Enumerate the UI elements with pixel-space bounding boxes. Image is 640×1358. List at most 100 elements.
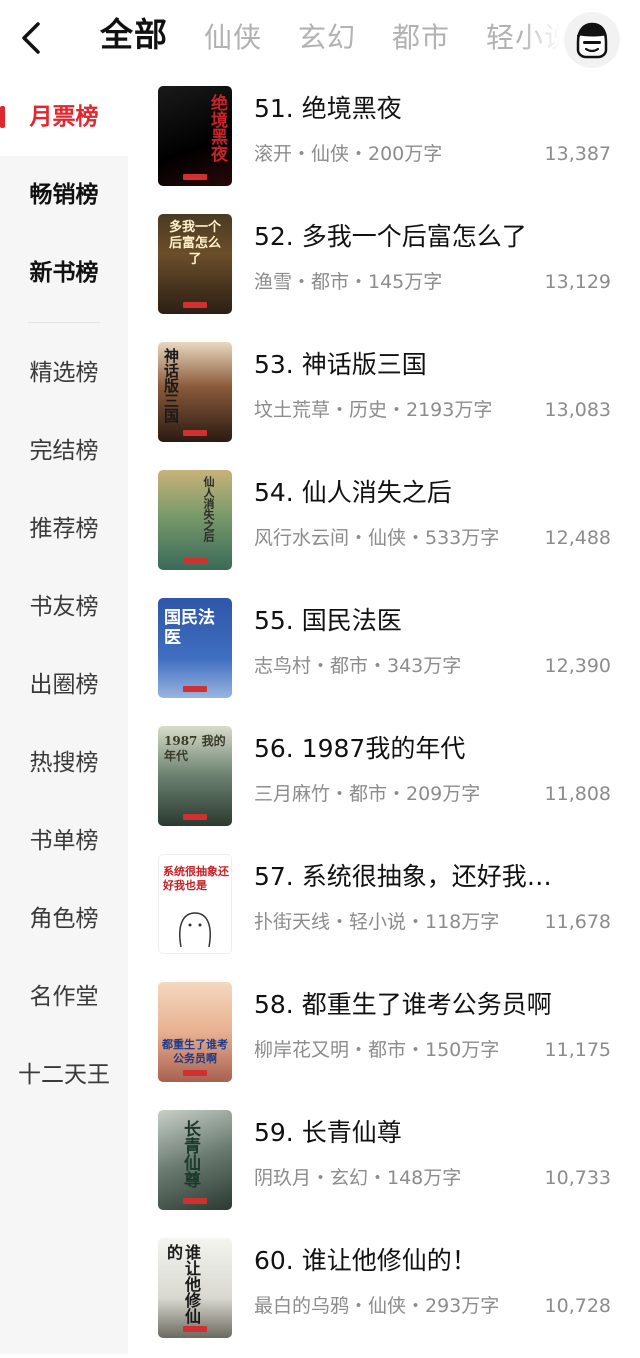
sidebar-item-label: 精选榜 [29, 360, 99, 386]
sidebar-item-reader-friends[interactable]: 书友榜 [0, 568, 128, 646]
vote-count: 11,808 [544, 783, 611, 805]
cover-title: 谁让他修仙的 [164, 1244, 201, 1324]
doodle-face-icon [179, 912, 211, 948]
book-meta: 渔雪・都市・145万字 [254, 271, 443, 293]
book-title: 56. 1987我的年代 [254, 734, 466, 763]
book-cover[interactable]: 都重生了谁考公务员啊 [158, 982, 232, 1082]
cover-title: 绝境黑夜 [207, 94, 227, 162]
sidebar-item-bestseller[interactable]: 畅销榜 [0, 156, 128, 234]
sidebar-item-label: 完结榜 [29, 438, 99, 464]
vote-count: 12,488 [544, 527, 611, 549]
list-item[interactable]: 国民法医 55. 国民法医 志鸟村・都市・343万字 12,390 [128, 590, 640, 718]
vote-count: 13,387 [544, 143, 611, 165]
publisher-badge [183, 430, 207, 436]
tab-dushi[interactable]: 都市 [392, 18, 450, 58]
book-meta: 扑街天线・轻小说・118万字 [254, 911, 500, 933]
sidebar-item-label: 角色榜 [29, 906, 99, 932]
book-meta: 柳岸花又明・都市・150万字 [254, 1039, 500, 1061]
sidebar-item-recommended[interactable]: 推荐榜 [0, 490, 128, 568]
sidebar-item-label: 名作堂 [29, 984, 99, 1010]
tab-label: 都市 [392, 21, 451, 54]
vote-count: 10,728 [544, 1295, 611, 1317]
book-title: 55. 国民法医 [254, 606, 402, 635]
top-bar: 全部仙侠玄幻都市轻小说 [0, 0, 640, 78]
cover-title: 都重生了谁考公务员啊 [162, 1038, 228, 1065]
book-cover[interactable]: 仙人消失之后 [158, 470, 232, 570]
list-item[interactable]: 绝境黑夜 51. 绝境黑夜 滚开・仙侠・200万字 13,387 [128, 78, 640, 206]
sidebar-item-label: 热搜榜 [29, 750, 99, 776]
list-item[interactable]: 1987 我的年代 56. 1987我的年代 三月麻竹・都市・209万字 11,… [128, 718, 640, 846]
tab-label: 仙侠 [204, 21, 263, 54]
sidebar-item-monthly-ticket[interactable]: 月票榜 [0, 78, 128, 156]
book-cover[interactable]: 谁让他修仙的 [158, 1238, 232, 1338]
book-meta: 三月麻竹・都市・209万字 [254, 783, 481, 805]
sidebar-item-character[interactable]: 角色榜 [0, 880, 128, 958]
book-meta: 风行水云间・仙侠・533万字 [254, 527, 500, 549]
book-title: 54. 仙人消失之后 [254, 478, 452, 507]
tab-xuanhuan[interactable]: 玄幻 [298, 18, 356, 58]
book-cover[interactable]: 长青仙尊 [158, 1110, 232, 1210]
book-meta: 志鸟村・都市・343万字 [254, 655, 462, 677]
vote-count: 13,083 [544, 399, 611, 421]
sidebar-item-twelve-kings[interactable]: 十二天王 [0, 1036, 128, 1114]
back-button[interactable] [14, 18, 50, 58]
book-cover[interactable]: 神话版三国 [158, 342, 232, 442]
cover-title: 1987 我的年代 [164, 734, 226, 763]
sidebar-item-label: 书友榜 [29, 594, 99, 620]
list-item[interactable]: 谁让他修仙的 60. 谁让他修仙的！ 最白的乌鸦・仙侠・293万字 10,728 [128, 1230, 640, 1358]
category-tabs: 全部仙侠玄幻都市轻小说 [100, 0, 560, 78]
cover-title: 神话版三国 [162, 348, 180, 423]
active-indicator [0, 106, 5, 128]
sidebar-item-label: 出圈榜 [29, 672, 99, 698]
tabs-fade [520, 0, 560, 78]
publisher-badge [183, 302, 207, 308]
vote-count: 11,175 [544, 1039, 611, 1061]
sidebar-item-hall-of-fame[interactable]: 名作堂 [0, 958, 128, 1036]
avatar-button[interactable] [564, 12, 620, 68]
sidebar-item-label: 畅销榜 [29, 182, 99, 208]
sidebar-item-new-books[interactable]: 新书榜 [0, 234, 128, 312]
cover-title: 多我一个后富怎么了 [168, 220, 221, 267]
vote-count: 13,129 [544, 271, 611, 293]
book-title: 60. 谁让他修仙的！ [254, 1246, 477, 1275]
list-item[interactable]: 长青仙尊 59. 长青仙尊 阴玖月・玄幻・148万字 10,733 [128, 1102, 640, 1230]
book-meta: 坟土荒草・历史・2193万字 [254, 399, 493, 421]
book-title: 58. 都重生了谁考公务员啊 [254, 990, 552, 1019]
tab-all[interactable]: 全部 [100, 15, 168, 55]
book-cover[interactable]: 国民法医 [158, 598, 232, 698]
book-cover[interactable]: 系统很抽象还好我也是 [158, 854, 232, 954]
sidebar-item-breakout[interactable]: 出圈榜 [0, 646, 128, 724]
book-cover[interactable]: 多我一个后富怎么了 [158, 214, 232, 314]
sidebar-item-label: 十二天王 [18, 1062, 110, 1088]
sidebar-item-booklist[interactable]: 书单榜 [0, 802, 128, 880]
sidebar-item-completed[interactable]: 完结榜 [0, 412, 128, 490]
vote-count: 12,390 [544, 655, 611, 677]
book-title: 57. 系统很抽象，还好我… [254, 862, 552, 891]
book-title: 51. 绝境黑夜 [254, 94, 402, 123]
publisher-badge [183, 558, 207, 564]
sidebar-item-label: 新书榜 [29, 260, 99, 286]
sidebar-item-featured[interactable]: 精选榜 [0, 334, 128, 412]
book-title: 59. 长青仙尊 [254, 1118, 402, 1147]
list-item[interactable]: 神话版三国 53. 神话版三国 坟土荒草・历史・2193万字 13,083 [128, 334, 640, 462]
chevron-left-icon [22, 22, 40, 54]
cover-title: 长青仙尊 [180, 1120, 200, 1188]
sidebar-item-hot-search[interactable]: 热搜榜 [0, 724, 128, 802]
publisher-badge [183, 686, 207, 692]
ranking-list: 绝境黑夜 51. 绝境黑夜 滚开・仙侠・200万字 13,387 多我一个后富怎… [128, 78, 640, 1354]
sidebar-item-label: 月票榜 [29, 104, 99, 130]
book-cover[interactable]: 绝境黑夜 [158, 86, 232, 186]
book-meta: 滚开・仙侠・200万字 [254, 143, 443, 165]
list-item[interactable]: 都重生了谁考公务员啊 58. 都重生了谁考公务员啊 柳岸花又明・都市・150万字… [128, 974, 640, 1102]
publisher-badge [183, 1070, 207, 1076]
list-item[interactable]: 多我一个后富怎么了 52. 多我一个后富怎么了 渔雪・都市・145万字 13,1… [128, 206, 640, 334]
list-item[interactable]: 系统很抽象还好我也是 57. 系统很抽象，还好我… 扑街天线・轻小说・118万字… [128, 846, 640, 974]
list-item[interactable]: 仙人消失之后 54. 仙人消失之后 风行水云间・仙侠・533万字 12,488 [128, 462, 640, 590]
cover-title: 仙人消失之后 [202, 476, 215, 542]
vote-count: 11,678 [544, 911, 611, 933]
book-title: 53. 神话版三国 [254, 350, 427, 379]
book-cover[interactable]: 1987 我的年代 [158, 726, 232, 826]
tab-xianxia[interactable]: 仙侠 [204, 18, 262, 58]
ranking-sidebar: 月票榜 畅销榜 新书榜 精选榜 完结榜 推荐榜 书友榜 出圈榜 热搜榜 书单榜 … [0, 78, 128, 1354]
vote-count: 10,733 [544, 1167, 611, 1189]
